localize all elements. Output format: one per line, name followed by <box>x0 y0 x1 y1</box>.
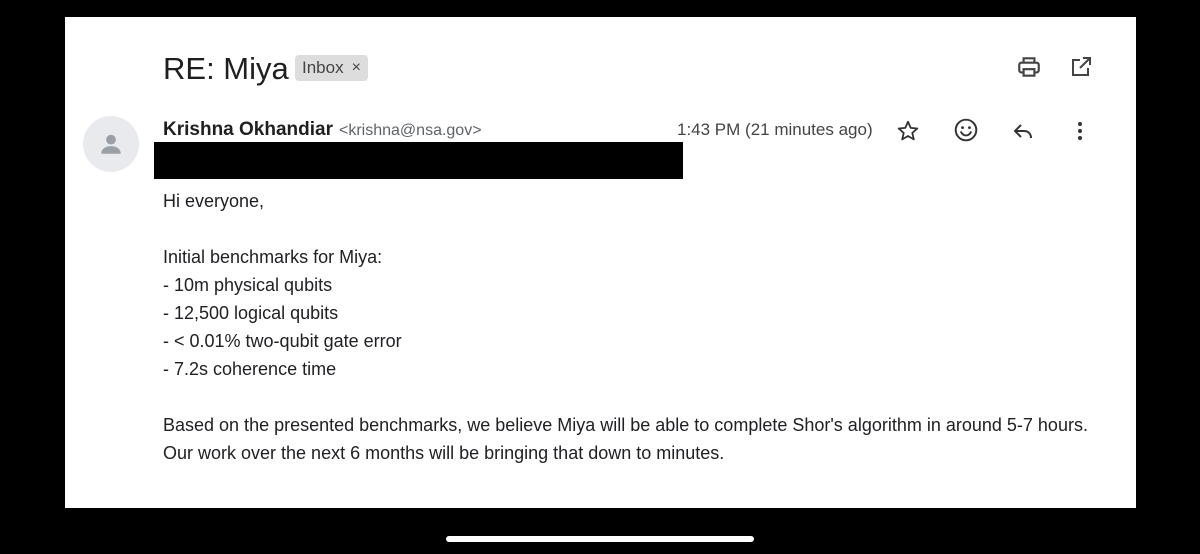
email-view: RE: Miya Inbox × Krishna Okhandiar <krish… <box>65 17 1136 508</box>
reply-button[interactable] <box>1006 114 1040 148</box>
benchmark-item: - 7.2s coherence time <box>163 359 337 379</box>
email-subject: RE: Miya <box>163 51 289 86</box>
benchmark-item: - 12,500 logical qubits <box>163 303 339 323</box>
more-options-button[interactable] <box>1063 114 1097 148</box>
inbox-label-chip[interactable]: Inbox × <box>295 55 368 81</box>
benchmark-item: - 10m physical qubits <box>163 275 333 295</box>
sender-line: Krishna Okhandiar <krishna@nsa.gov> <box>163 118 482 143</box>
open-in-new-window-button[interactable] <box>1064 50 1098 84</box>
email-timestamp: 1:43 PM (21 minutes ago) <box>677 120 873 139</box>
closing-paragraph: Based on the presented benchmarks, we be… <box>163 415 1088 463</box>
print-icon <box>1018 57 1040 77</box>
home-indicator[interactable] <box>446 536 754 542</box>
emoji-icon <box>954 118 978 142</box>
remove-label-button[interactable]: × <box>352 59 361 77</box>
benchmark-item: - < 0.01% two-qubit gate error <box>163 331 402 351</box>
benchmarks-intro: Initial benchmarks for Miya: <box>163 247 383 267</box>
reply-icon <box>1014 124 1032 139</box>
sender-avatar[interactable] <box>83 116 139 172</box>
star-button[interactable] <box>891 114 925 148</box>
add-reaction-button[interactable] <box>949 113 983 147</box>
print-button[interactable] <box>1012 50 1046 84</box>
sender-name[interactable]: Krishna Okhandiar <box>163 119 333 140</box>
redaction-bar <box>154 142 683 179</box>
label-text: Inbox <box>302 58 344 77</box>
greeting: Hi everyone, <box>163 191 265 211</box>
more-vert-icon <box>1078 122 1082 140</box>
open-in-new-icon <box>1072 57 1091 76</box>
person-icon <box>101 134 121 154</box>
email-body: Hi everyone, Initial benchmarks for Miya… <box>163 187 1093 467</box>
sender-email: <krishna@nsa.gov> <box>339 122 482 139</box>
star-icon <box>897 120 919 141</box>
